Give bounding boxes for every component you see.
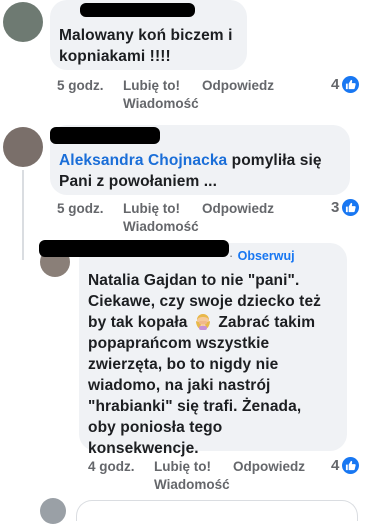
comment-text-line: zwierzęta, bo to nigdy nie (88, 356, 279, 373)
comment-text-line: Pani z powołaniem ... (59, 173, 217, 190)
reply-button[interactable]: Odpowiedz (233, 458, 305, 476)
like-reaction-icon (342, 76, 360, 93)
redacted-author-name (50, 127, 160, 144)
reply-input-field[interactable] (76, 500, 358, 521)
comment-text-line: konsekwencje. (88, 440, 199, 457)
follow-button[interactable]: Obserwuj (238, 249, 295, 263)
comment-text-line: Malowany koń biczem i (59, 27, 233, 44)
comment-text-line: Ciekawe, czy swoje dziecko też (88, 293, 322, 310)
comment-bubble: · Obserwuj Natalia Gajdan to nie "pani".… (39, 240, 347, 457)
reaction-summary[interactable]: 3 (331, 199, 360, 216)
like-button[interactable]: Lubię to! (123, 77, 180, 95)
redacted-author-name (80, 3, 195, 17)
comment-bubble: Aleksandra Chojnacka pomyliła się Pani z… (50, 125, 350, 195)
comment-text-fragment: pomyliła się (227, 152, 322, 169)
comment-text-line: oby poniosła tego (88, 419, 223, 436)
reply-button[interactable]: Odpowiedz (202, 200, 274, 218)
reaction-summary[interactable]: 4 (331, 76, 360, 93)
comment-timestamp: 5 godz. (57, 201, 104, 216)
reaction-summary[interactable]: 4 (331, 457, 360, 474)
message-button[interactable]: Wiadomość (123, 218, 199, 236)
comment-text-line: "hrabianki" się trafi. Żenada, (88, 398, 302, 415)
mentioned-user-link[interactable]: Aleksandra Chojnacka (59, 152, 227, 169)
commenter-avatar[interactable] (3, 127, 43, 167)
reaction-count: 4 (331, 457, 340, 474)
separator-dot: · (229, 249, 234, 263)
comment-timestamp: 4 godz. (88, 459, 135, 474)
like-button[interactable]: Lubię to! (154, 458, 211, 476)
comment-text-fragment: Zabrać takim (218, 314, 316, 331)
comment-text-line: popaprańcom wszystkie (88, 335, 270, 352)
current-user-avatar (40, 498, 66, 524)
comment-text-line: wiadomo, na jaki nastrój (88, 377, 271, 394)
comment-text-line: Natalia Gajdan to nie "pani". (88, 272, 300, 289)
message-button[interactable]: Wiadomość (123, 95, 199, 113)
comment-text-fragment: by tak kopała (88, 314, 188, 331)
commenter-avatar[interactable] (3, 2, 43, 42)
redacted-author-name (39, 240, 229, 257)
comment-actions: 5 godz. Lubię to! Odpowiedz Wiadomość (57, 200, 357, 240)
comment-text-line: kopniakami !!!! (59, 48, 171, 65)
like-reaction-icon (342, 199, 360, 216)
follow-link-row: · Obserwuj (229, 247, 295, 265)
comment-text-line: Aleksandra Chojnacka pomyliła się (59, 150, 322, 171)
comment-actions: 5 godz. Lubię to! Odpowiedz Wiadomość (57, 77, 357, 117)
like-reaction-icon (342, 457, 360, 474)
comment-timestamp: 5 godz. (57, 78, 104, 93)
comment-bubble: Malowany koń biczem i kopniakami !!!! (50, 0, 247, 70)
reply-button[interactable]: Odpowiedz (202, 77, 274, 95)
like-button[interactable]: Lubię to! (123, 200, 180, 218)
reaction-count: 4 (331, 76, 340, 93)
comment-actions: 4 godz. Lubię to! Odpowiedz Wiadomość (88, 458, 348, 498)
thread-line (22, 170, 24, 260)
message-button[interactable]: Wiadomość (154, 476, 230, 494)
reaction-count: 3 (331, 199, 340, 216)
